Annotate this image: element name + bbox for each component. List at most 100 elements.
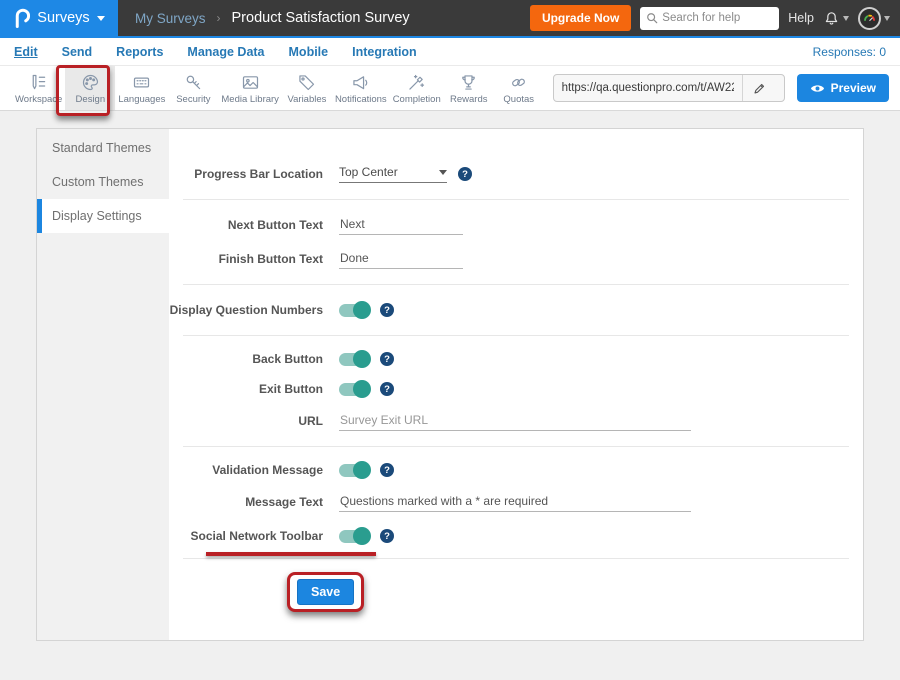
top-bar: Surveys My Surveys › Product Satisfactio… (0, 0, 900, 38)
chevron-down-icon (884, 16, 890, 21)
progress-bar-location-label: Progress Bar Location (169, 167, 323, 181)
validation-message-toggle[interactable] (339, 464, 369, 477)
preview-button[interactable]: Preview (797, 74, 889, 102)
chevron-down-icon (97, 16, 105, 21)
exit-url-row: URL (169, 404, 863, 438)
exit-button-label: Exit Button (169, 382, 323, 396)
notifications-menu[interactable] (823, 10, 849, 27)
help-icon[interactable]: ? (380, 382, 394, 396)
tab-edit[interactable]: Edit (14, 45, 38, 59)
search-input[interactable] (662, 12, 767, 24)
sidebar-item-custom-themes[interactable]: Custom Themes (37, 165, 169, 199)
finish-button-text-input[interactable] (339, 249, 463, 269)
chevron-down-icon (843, 16, 849, 21)
product-name: Surveys (37, 10, 89, 26)
display-question-numbers-row: Display Question Numbers ? (169, 293, 863, 327)
questionpro-logo-icon (13, 7, 30, 29)
social-network-toolbar-label: Social Network Toolbar (169, 529, 323, 543)
key-icon (183, 72, 204, 93)
breadcrumb-separator: › (217, 11, 221, 25)
design-sidebar: Standard Themes Custom Themes Display Se… (37, 129, 169, 640)
back-button-row: Back Button ? (169, 344, 863, 374)
questionpro-app: Surveys My Surveys › Product Satisfactio… (0, 0, 900, 641)
exit-button-toggle[interactable] (339, 383, 369, 396)
responses-count[interactable]: Responses: 0 (813, 45, 886, 59)
message-text-label: Message Text (169, 495, 323, 509)
toolbar-item-completion[interactable]: Completion (390, 66, 444, 110)
breadcrumb-my-surveys[interactable]: My Surveys (135, 11, 206, 26)
account-menu[interactable] (858, 7, 890, 30)
next-button-text-input[interactable] (339, 215, 463, 235)
save-row: Save (169, 572, 863, 612)
next-button-text-label: Next Button Text (169, 218, 323, 232)
divider (183, 446, 849, 447)
toolbar-item-languages[interactable]: Languages (115, 66, 168, 110)
social-network-toolbar-toggle[interactable] (339, 530, 369, 543)
trophy-icon (458, 72, 479, 93)
toolbar-item-media-library[interactable]: Media Library (218, 66, 282, 110)
avatar (858, 7, 881, 30)
gauge-icon (862, 11, 877, 26)
image-icon (240, 72, 261, 93)
tab-integration[interactable]: Integration (352, 45, 417, 59)
tab-mobile[interactable]: Mobile (289, 45, 329, 59)
tab-manage-data[interactable]: Manage Data (187, 45, 264, 59)
eye-icon (810, 83, 825, 94)
annotation-box-save: Save (287, 572, 364, 612)
validation-message-label: Validation Message (169, 463, 323, 477)
workspace-icon (28, 72, 49, 93)
divider (183, 284, 849, 285)
wand-icon (406, 72, 427, 93)
help-icon[interactable]: ? (458, 167, 472, 181)
finish-button-text-row: Finish Button Text (169, 242, 863, 276)
tag-icon (296, 72, 317, 93)
survey-url-input[interactable] (554, 82, 742, 94)
toolbar-item-rewards[interactable]: Rewards (444, 66, 494, 110)
product-switcher[interactable]: Surveys (0, 0, 118, 36)
toolbar-item-workspace[interactable]: Workspace (12, 66, 65, 110)
message-text-row: Message Text (169, 485, 863, 519)
back-button-toggle[interactable] (339, 353, 369, 366)
toolbar-item-quotas[interactable]: Quotas (494, 66, 544, 110)
save-button[interactable]: Save (297, 579, 354, 605)
progress-bar-location-row: Progress Bar Location Top Center ? (169, 157, 863, 191)
survey-title: Product Satisfaction Survey (232, 10, 410, 26)
design-settings-card: Standard Themes Custom Themes Display Se… (36, 128, 864, 641)
tab-send[interactable]: Send (62, 45, 93, 59)
survey-url-box (553, 74, 785, 102)
sidebar-item-display-settings[interactable]: Display Settings (37, 199, 169, 233)
display-question-numbers-label: Display Question Numbers (169, 303, 323, 317)
toolbar-item-notifications[interactable]: Notifications (332, 66, 390, 110)
toolbar-item-security[interactable]: Security (168, 66, 218, 110)
toolbar-item-design[interactable]: Design (65, 66, 115, 110)
tab-reports[interactable]: Reports (116, 45, 163, 59)
help-icon[interactable]: ? (380, 463, 394, 477)
survey-nav: Edit Send Reports Manage Data Mobile Int… (0, 38, 900, 66)
help-icon[interactable]: ? (380, 352, 394, 366)
edit-url-button[interactable] (742, 75, 776, 101)
chevron-down-icon (439, 170, 447, 175)
topbar-actions: Upgrade Now Help (530, 5, 900, 31)
message-text-input[interactable] (339, 492, 691, 512)
keyboard-icon (131, 72, 152, 93)
exit-url-input[interactable] (339, 411, 691, 431)
upgrade-now-button[interactable]: Upgrade Now (530, 5, 631, 31)
sidebar-item-standard-themes[interactable]: Standard Themes (37, 131, 169, 165)
help-icon[interactable]: ? (380, 529, 394, 543)
search-icon (646, 12, 658, 24)
finish-button-text-label: Finish Button Text (169, 252, 323, 266)
edit-toolbar: Workspace Design Languages Security (0, 66, 900, 111)
pencil-icon (753, 82, 766, 95)
display-question-numbers-toggle[interactable] (339, 304, 369, 317)
toolbar-item-variables[interactable]: Variables (282, 66, 332, 110)
validation-message-row: Validation Message ? (169, 455, 863, 485)
palette-icon (80, 72, 101, 93)
divider (183, 558, 849, 559)
divider (183, 335, 849, 336)
display-settings-panel: Progress Bar Location Top Center ? Next … (169, 129, 863, 640)
exit-button-row: Exit Button ? (169, 374, 863, 404)
help-link[interactable]: Help (788, 11, 814, 25)
megaphone-icon (350, 72, 371, 93)
progress-bar-location-select[interactable]: Top Center (339, 165, 447, 183)
help-icon[interactable]: ? (380, 303, 394, 317)
